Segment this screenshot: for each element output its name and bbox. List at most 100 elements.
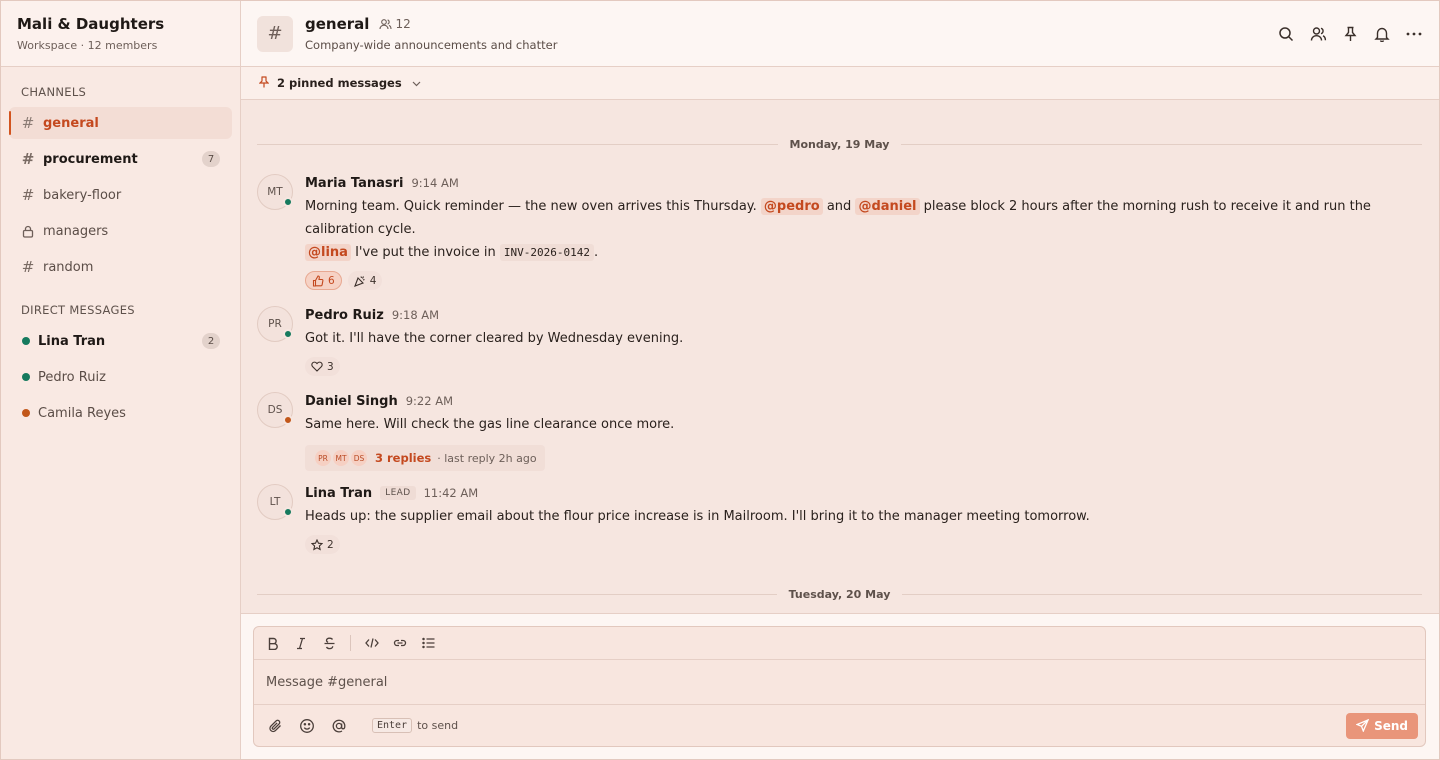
avatar[interactable]: DS — [257, 392, 293, 428]
members-icon — [379, 19, 392, 30]
sidebar-item-general[interactable]: # general — [9, 107, 232, 139]
party-popper-icon — [353, 275, 365, 287]
members-icon[interactable] — [1309, 25, 1327, 43]
channel-main: # general 12 Company-wide announcements … — [241, 1, 1439, 759]
avatar[interactable]: MT — [257, 174, 293, 210]
avatar-initials: LT — [269, 496, 281, 508]
thread-reply-count[interactable]: 3 replies — [375, 451, 431, 465]
send-icon — [1356, 719, 1370, 732]
avatar[interactable]: LT — [257, 484, 293, 520]
toolbar-divider — [350, 635, 351, 651]
sidebar-item-label: bakery-floor — [43, 187, 122, 203]
hash-icon: # — [21, 258, 35, 276]
composer-area: Enter to send Send — [241, 613, 1439, 759]
away-status-dot — [22, 409, 30, 417]
mention-daniel[interactable]: @daniel — [855, 198, 920, 215]
reactions: 6 4 — [305, 271, 1422, 290]
sidebar-dm-pedro-ruiz[interactable]: Pedro Ruiz — [9, 361, 232, 393]
thread-avatar: PR — [315, 450, 331, 466]
online-status-dot — [283, 197, 293, 207]
channel-description: Company-wide announcements and chatter — [305, 38, 558, 52]
bulleted-list-icon[interactable] — [419, 634, 437, 652]
strikethrough-icon[interactable] — [320, 634, 338, 652]
mention-pedro[interactable]: @pedro — [760, 198, 823, 215]
message-text-part: . — [594, 245, 599, 260]
sidebar-item-managers[interactable]: managers — [9, 215, 232, 247]
app-window: Mali & Daughters Workspace · 12 members … — [0, 0, 1440, 760]
at-mention-icon[interactable] — [330, 717, 348, 735]
search-icon[interactable] — [1277, 25, 1295, 43]
channels-section-title: CHANNELS — [21, 85, 87, 99]
avatar-initials: PR — [268, 318, 282, 330]
paperclip-icon[interactable] — [266, 717, 284, 735]
message-author[interactable]: Lina Tran — [305, 486, 372, 501]
message-text-part: and — [826, 199, 852, 214]
message-time: 9:18 AM — [391, 308, 440, 322]
workspace-subtitle: Workspace · 12 members — [17, 39, 158, 52]
sidebar-dm-lina-tran[interactable]: Lina Tran 2 — [9, 325, 232, 357]
thread-last-reply: · last reply 2h ago — [437, 451, 537, 465]
message-time: 9:22 AM — [405, 394, 453, 408]
sidebar-dm-camila-reyes[interactable]: Camila Reyes — [9, 397, 232, 429]
pinned-label: 2 pinned messages — [277, 76, 402, 90]
message-author[interactable]: Maria Tanasri — [305, 176, 403, 191]
reactions: 3 — [305, 357, 1422, 376]
avatar-initials: DS — [267, 404, 283, 416]
link-icon[interactable] — [391, 634, 409, 652]
emoji-icon[interactable] — [298, 717, 316, 735]
inline-code: INV-2026-0142 — [499, 244, 594, 261]
message-text-part: I've put the invoice in — [355, 245, 496, 260]
message-time: 11:42 AM — [423, 486, 479, 500]
away-status-dot — [283, 415, 293, 425]
pinned-messages-bar[interactable]: 2 pinned messages — [241, 67, 1439, 100]
enter-key-hint: Enter — [372, 718, 413, 733]
code-icon[interactable] — [363, 634, 381, 652]
date-label: Tuesday, 20 May — [776, 587, 903, 601]
italic-icon[interactable] — [292, 634, 310, 652]
message-item[interactable]: PR Pedro Ruiz 9:18 AM Got it. I'll have … — [257, 306, 1422, 376]
message-text: Heads up: the supplier email about the f… — [305, 509, 1090, 524]
sidebar-item-label: Lina Tran — [38, 333, 106, 349]
thread-avatar: DS — [351, 450, 367, 466]
sidebar-item-label: random — [43, 259, 94, 275]
message-item[interactable]: MT Maria Tanasri 9:14 AM Morning team. Q… — [257, 174, 1422, 290]
message-author[interactable]: Daniel Singh — [305, 394, 398, 409]
more-options-icon[interactable] — [1405, 25, 1423, 43]
sidebar-item-label: Camila Reyes — [38, 405, 126, 421]
bold-icon[interactable] — [264, 634, 282, 652]
message-text: Got it. I'll have the corner cleared by … — [305, 331, 684, 346]
reaction-star[interactable]: 2 — [305, 535, 340, 554]
reaction-party[interactable]: 4 — [347, 271, 383, 290]
hash-icon: # — [21, 114, 35, 132]
date-separator: Tuesday, 20 May — [257, 584, 1422, 604]
sidebar-item-procurement[interactable]: # procurement 7 — [9, 143, 232, 175]
composer-bottom-bar: Enter to send Send — [254, 705, 1425, 746]
message-item[interactable]: DS Daniel Singh 9:22 AM Same here. Will … — [257, 392, 1422, 471]
thread-replies[interactable]: PR MT DS 3 replies · last reply 2h ago — [305, 445, 545, 471]
message-input[interactable] — [266, 674, 1413, 690]
sidebar-item-label: managers — [43, 223, 109, 239]
online-status-dot — [22, 337, 30, 345]
sidebar-item-random[interactable]: # random — [9, 251, 232, 283]
sidebar-item-label: Pedro Ruiz — [38, 369, 106, 385]
channel-hash-icon: # — [257, 15, 293, 52]
pin-icon[interactable] — [1341, 25, 1359, 43]
workspace-header[interactable]: Mali & Daughters Workspace · 12 members — [1, 1, 240, 67]
message-item[interactable]: LT Lina Tran LEAD 11:42 AM Heads up: the… — [257, 484, 1422, 554]
reaction-heart[interactable]: 3 — [305, 357, 340, 376]
workspace-name: Mali & Daughters — [17, 15, 165, 33]
member-count[interactable]: 12 — [379, 17, 411, 31]
message-author[interactable]: Pedro Ruiz — [305, 308, 384, 323]
bell-icon[interactable] — [1373, 25, 1391, 43]
online-status-dot — [22, 373, 30, 381]
send-button[interactable]: Send — [1346, 712, 1418, 739]
send-hint: Enter to send — [372, 718, 458, 733]
member-count-value: 12 — [395, 17, 411, 31]
mention-lina[interactable]: @lina — [305, 244, 351, 261]
hash-icon: # — [21, 186, 35, 204]
sidebar-item-bakery-floor[interactable]: # bakery-floor — [9, 179, 232, 211]
unread-badge: 7 — [202, 151, 220, 167]
sidebar: Mali & Daughters Workspace · 12 members … — [1, 1, 241, 759]
avatar[interactable]: PR — [257, 306, 293, 342]
reaction-thumbs-up[interactable]: 6 — [305, 271, 342, 290]
